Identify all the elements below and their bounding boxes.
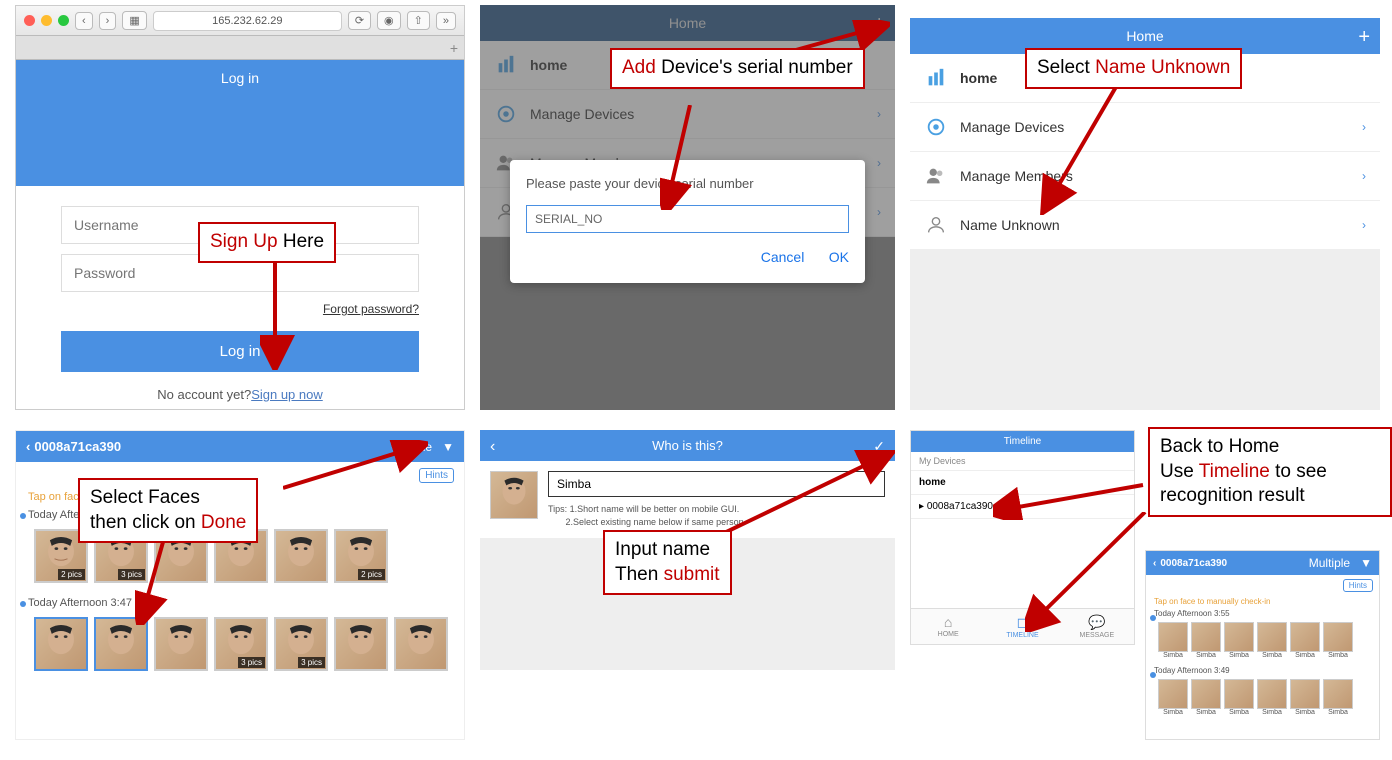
face-preview [490, 471, 538, 519]
hints-button[interactable]: Hints [1343, 579, 1373, 592]
face-thumb[interactable] [1257, 622, 1287, 652]
window-controls[interactable] [24, 15, 69, 26]
back-button[interactable]: ‹ [75, 12, 93, 30]
menu-name-unknown[interactable]: Name Unknown› [910, 201, 1380, 250]
face-thumb[interactable] [1224, 622, 1254, 652]
face-thumb[interactable] [1323, 679, 1353, 709]
back-button[interactable]: ‹ 0008a71ca390 [26, 439, 121, 454]
reader-button[interactable]: ◉ [377, 11, 401, 30]
menu-manage-devices[interactable]: Manage Devices› [910, 103, 1380, 152]
callout-add-device: Add Device's serial number [610, 48, 865, 89]
face-thumb[interactable]: 2 pics [334, 529, 388, 583]
face-thumb[interactable] [1290, 622, 1320, 652]
share-button[interactable]: ⇧ [407, 11, 430, 30]
face-thumb[interactable]: 3 pics [214, 617, 268, 671]
cancel-button[interactable]: Cancel [761, 249, 805, 265]
face-thumb[interactable] [1224, 679, 1254, 709]
face-thumb[interactable] [1158, 622, 1188, 652]
face-thumb[interactable] [1191, 679, 1221, 709]
filter-icon[interactable]: ▼ [442, 440, 454, 454]
login-screen: ‹ › ▦ 165.232.62.29 ⟳ ◉ ⇧ » + Log in For… [15, 5, 465, 410]
tab-home[interactable]: ⌂HOME [911, 609, 985, 644]
face-thumb[interactable] [34, 617, 88, 671]
back-button[interactable]: ‹ [490, 438, 495, 456]
signup-link[interactable]: Sign up now [251, 387, 323, 402]
timeline-result-screen: ‹ 0008a71ca390 Multiple ▼ Hints Tap on f… [1145, 550, 1380, 740]
callout-name-unknown: Select Name Unknown [1025, 48, 1242, 89]
mini-header: Timeline [911, 431, 1134, 452]
callout-signup: Sign Up Here [198, 222, 336, 263]
face-thumb[interactable] [1290, 679, 1320, 709]
callout-select-faces: Select Facesthen click on Done [78, 478, 258, 543]
time-group-2: Today Afternoon 3:47 [16, 593, 464, 613]
face-thumb[interactable]: 3 pics [274, 617, 328, 671]
browser-toolbar: ‹ › ▦ 165.232.62.29 ⟳ ◉ ⇧ » [16, 6, 464, 36]
add-button[interactable]: + [1358, 26, 1370, 49]
sidebar-button[interactable]: ▦ [122, 11, 146, 30]
face-thumb[interactable] [154, 617, 208, 671]
login-button[interactable]: Log in [61, 331, 419, 372]
face-thumb[interactable] [274, 529, 328, 583]
login-title: Log in [16, 60, 464, 96]
new-tab-button[interactable]: + [450, 40, 458, 56]
face-thumb[interactable] [1257, 679, 1287, 709]
face-thumb[interactable] [1158, 679, 1188, 709]
forward-button[interactable]: › [99, 12, 117, 30]
face-thumb[interactable] [94, 617, 148, 671]
callout-input-name: Input nameThen submit [603, 530, 732, 595]
signup-line: No account yet?Sign up now [61, 387, 419, 402]
more-button[interactable]: » [436, 12, 456, 30]
face-row-2: 3 pics 3 pics [16, 613, 464, 681]
ok-button[interactable]: OK [829, 249, 849, 265]
face-thumb[interactable] [334, 617, 388, 671]
face-thumb[interactable] [394, 617, 448, 671]
menu-manage-members[interactable]: Manage Members› [910, 152, 1380, 201]
url-bar[interactable]: 165.232.62.29 [153, 11, 342, 31]
tab-strip: + [16, 36, 464, 60]
back-button[interactable]: ‹ 0008a71ca390 [1153, 558, 1227, 569]
reload-button[interactable]: ⟳ [348, 11, 371, 30]
face-thumb[interactable] [1191, 622, 1221, 652]
callout-timeline: Back to HomeUse Timeline to see recognit… [1148, 427, 1392, 517]
forgot-password-link[interactable]: Forgot password? [61, 302, 419, 316]
face-thumb[interactable] [1323, 622, 1353, 652]
